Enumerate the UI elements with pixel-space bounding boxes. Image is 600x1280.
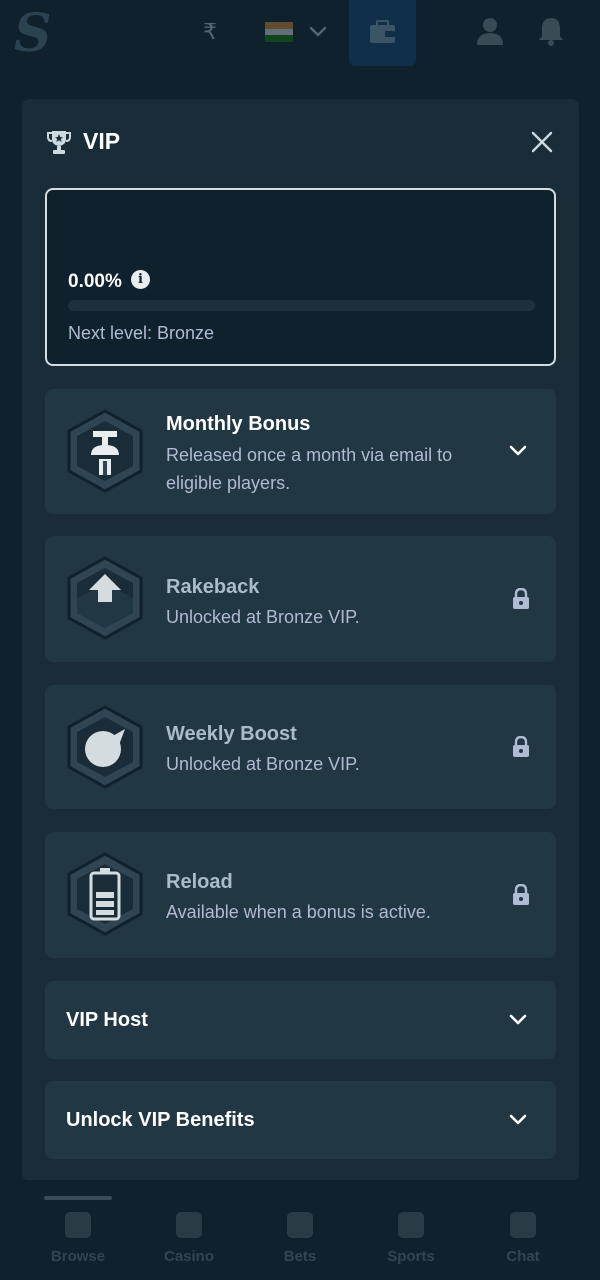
benefit-monthly-bonus[interactable]: Monthly Bonus Released once a month via … [45, 389, 556, 514]
flag-stripe-green [265, 35, 293, 43]
next-level-label: Next level: Bronze [68, 323, 215, 343]
site-logo[interactable]: S [14, 4, 58, 64]
chevron-down-icon[interactable] [308, 20, 328, 42]
bets-icon [287, 1212, 313, 1238]
benefit-reload: Reload Available when a bonus is active. [45, 832, 556, 958]
benefit-title: Reload [166, 871, 233, 893]
benefit-title: Weekly Boost [166, 723, 297, 745]
benefit-description: Unlocked at Bronze VIP. [166, 607, 360, 627]
gift-icon [67, 409, 143, 493]
modal-title: VIP [83, 128, 121, 154]
lock-icon [513, 588, 529, 609]
benefit-rakeback: Rakeback Unlocked at Bronze VIP. [45, 536, 556, 662]
info-icon[interactable]: i [131, 270, 150, 289]
casino-icon [176, 1212, 202, 1238]
arrow-up-icon [67, 556, 143, 640]
benefit-description: Released once a month via email to eligi… [166, 445, 453, 493]
accordion-unlock-vip-benefits[interactable]: Unlock VIP Benefits [45, 1081, 556, 1159]
currency-selector[interactable]: ₹ [190, 10, 230, 54]
nav-bets[interactable]: Bets [250, 1212, 350, 1272]
trophy-icon [47, 131, 71, 154]
top-bar: S ₹ [0, 0, 600, 72]
accordion-vip-host[interactable]: VIP Host [45, 981, 556, 1059]
bell-icon[interactable] [537, 16, 565, 46]
battery-icon [67, 852, 143, 936]
nav-label: Casino [163, 1248, 214, 1265]
lock-icon [513, 736, 529, 757]
benefit-weekly-boost: Weekly Boost Unlocked at Bronze VIP. [45, 685, 556, 809]
chevron-down-icon[interactable] [507, 1108, 529, 1130]
nav-casino[interactable]: Casino [139, 1212, 239, 1272]
wallet-button[interactable] [349, 0, 416, 66]
lock-icon [513, 884, 529, 905]
benefit-description: Unlocked at Bronze VIP. [166, 754, 360, 774]
boost-icon [67, 705, 143, 789]
user-icon[interactable] [476, 16, 504, 46]
modal-header: VIP [22, 99, 579, 183]
nav-label: Sports [387, 1248, 435, 1265]
nav-label: Browse [50, 1248, 106, 1265]
accordion-title: Unlock VIP Benefits [66, 1109, 255, 1131]
nav-label: Bets [283, 1248, 317, 1265]
wallet-icon [370, 20, 395, 43]
chevron-down-icon[interactable] [507, 439, 529, 461]
nav-sports[interactable]: Sports [361, 1212, 461, 1272]
sports-icon [398, 1212, 424, 1238]
progress-percent: 0.00% [68, 271, 122, 292]
chat-icon [510, 1212, 536, 1238]
nav-browse[interactable]: Browse [28, 1212, 128, 1272]
benefit-title: Monthly Bonus [166, 413, 311, 435]
browse-icon [65, 1212, 91, 1238]
benefit-title: Rakeback [166, 576, 260, 598]
vip-progress-card: 0.00% i Next level: Bronze [45, 188, 556, 366]
chevron-down-icon[interactable] [507, 1008, 529, 1030]
india-flag-icon[interactable] [265, 22, 293, 43]
vip-modal: VIP 0.00% i Next level: Bronze Monthly B… [22, 99, 579, 1181]
accordion-title: VIP Host [66, 1009, 148, 1031]
progress-bar [68, 300, 535, 311]
bottom-nav: Browse Casino Bets Sports Chat [0, 1180, 600, 1280]
flag-stripe-white [265, 28, 293, 36]
close-icon[interactable] [527, 127, 557, 157]
benefit-description: Available when a bonus is active. [166, 902, 431, 922]
nav-chat[interactable]: Chat [473, 1212, 573, 1272]
active-tab-indicator [44, 1196, 112, 1200]
flag-stripe-saffron [265, 22, 293, 29]
nav-label: Chat [506, 1248, 540, 1265]
